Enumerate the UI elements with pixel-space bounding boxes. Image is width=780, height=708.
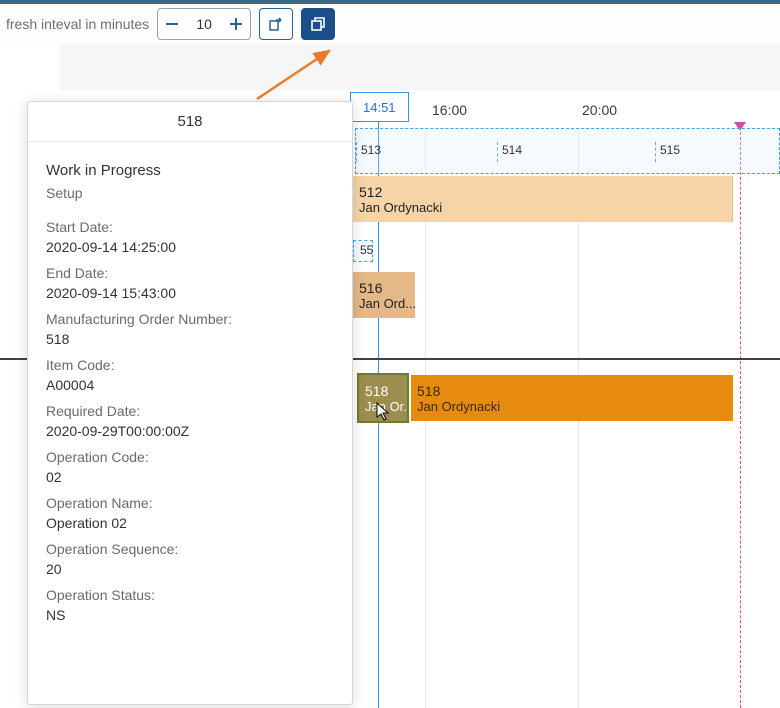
details-popover: 518 Work in Progress Setup Start Date: 2… (27, 101, 353, 705)
field-label: Operation Name: (46, 495, 334, 511)
fullscreen-button[interactable] (301, 8, 335, 40)
field-label: End Date: (46, 265, 334, 281)
field-value: 518 (46, 331, 334, 347)
bar-person: Jan Ordynacki (359, 200, 726, 215)
popover-title: 518 (28, 102, 352, 142)
arrow-out-icon (268, 16, 284, 32)
field-label: Required Date: (46, 403, 334, 419)
field-value: Operation 02 (46, 515, 334, 531)
refresh-interval-stepper[interactable]: 10 (157, 8, 251, 40)
slot-label: 514 (497, 142, 526, 162)
field-label: Operation Sequence: (46, 541, 334, 557)
export-button[interactable] (259, 8, 293, 40)
field-value: A00004 (46, 377, 334, 393)
field-value: NS (46, 607, 334, 623)
bar-id: 512 (359, 184, 726, 200)
fullscreen-icon (310, 16, 326, 32)
bar-id: 516 (359, 280, 409, 296)
field-value: 2020-09-29T00:00:00Z (46, 423, 334, 439)
timeline-header-strip (60, 44, 780, 90)
field-value: 2020-09-14 14:25:00 (46, 239, 334, 255)
field-label: Start Date: (46, 219, 334, 235)
field-value: 02 (46, 469, 334, 485)
gantt-bar-run[interactable]: 518 Jan Ordynacki (411, 375, 733, 421)
plus-icon (229, 17, 243, 31)
slot-label: 515 (655, 142, 684, 162)
field-label: Operation Status: (46, 587, 334, 603)
stepper-value: 10 (186, 16, 222, 32)
gantt-bar[interactable]: 512 Jan Ordynacki (353, 176, 733, 222)
gantt-bar-setup[interactable]: 518 Jan Or... (357, 373, 409, 423)
bar-id: 518 (365, 383, 401, 399)
popover-substatus: Setup (46, 185, 334, 201)
field-label: Manufacturing Order Number: (46, 311, 334, 327)
time-now-indicator[interactable]: 14:51 (350, 92, 409, 122)
bar-person: Jan Ordynacki (417, 399, 727, 414)
refresh-interval-label: fresh inteval in minutes (6, 16, 149, 32)
time-tick: 16:00 (432, 102, 467, 118)
stepper-plus-button[interactable] (222, 9, 250, 39)
stepper-minus-button[interactable] (158, 9, 186, 39)
field-value: 2020-09-14 15:43:00 (46, 285, 334, 301)
time-now-label: 14:51 (363, 100, 396, 115)
popover-status: Work in Progress (46, 162, 334, 179)
time-tick: 20:00 (582, 102, 617, 118)
slot-label: 55 (356, 242, 377, 262)
popover-body: Work in Progress Setup Start Date: 2020-… (28, 142, 352, 633)
bar-id: 518 (417, 383, 727, 399)
minus-icon (165, 17, 179, 31)
cutoff-line (740, 122, 741, 708)
bar-person: Jan Ord... (359, 296, 409, 311)
slot-label: 513 (356, 142, 385, 162)
bar-person: Jan Or... (365, 399, 401, 414)
field-value: 20 (46, 561, 334, 577)
field-label: Item Code: (46, 357, 334, 373)
field-label: Operation Code: (46, 449, 334, 465)
gantt-bar[interactable]: 516 Jan Ord... (353, 272, 415, 318)
toolbar: fresh inteval in minutes 10 (0, 0, 780, 44)
row-slot (355, 128, 780, 174)
